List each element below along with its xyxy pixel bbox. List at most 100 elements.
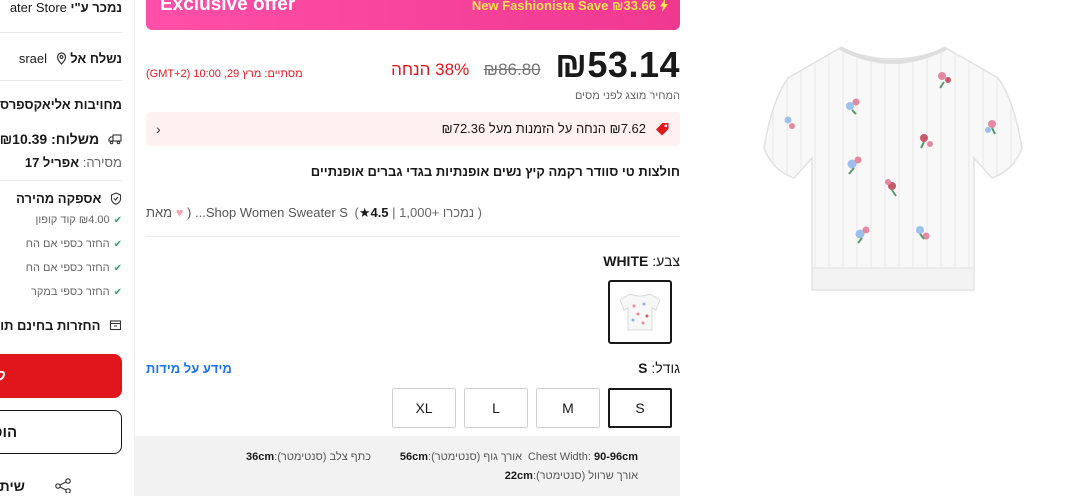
rating-row[interactable]: (★4.5 | 1,000+ נמכרו )	[354, 205, 482, 221]
perk-text: החזר כספי אם הח	[25, 262, 110, 274]
location-pin-icon	[56, 51, 67, 68]
color-row: צבע: WHITE	[603, 253, 680, 269]
shipping-price: ₪10.39	[0, 131, 48, 147]
star-icon: ★	[358, 205, 371, 220]
commitment-heading: מחויבות אליאקספרס	[0, 97, 122, 112]
fast-delivery-label: אספקה מהירה	[16, 191, 102, 206]
seller-label: נמכר ע"י	[70, 0, 122, 15]
perk-item: ✔החזר כספי אם הח	[26, 262, 122, 274]
shipping-row: משלוח: ₪10.39	[0, 131, 122, 148]
shield-icon	[110, 191, 122, 208]
check-icon: ✔	[113, 239, 122, 250]
perk-item: ✔החזר כספי במקר	[31, 286, 122, 298]
shoulder-width: כתף צלב (סנטימטר):36cm	[246, 451, 371, 463]
original-price: ₪86.80	[483, 60, 541, 79]
size-option-l[interactable]: L	[464, 388, 528, 428]
ship-to-label: נשלח אל	[70, 51, 122, 66]
fast-delivery-row[interactable]: אספקה מהירה	[16, 191, 122, 208]
sleeve-value: 22cm	[504, 470, 533, 482]
sold-count: | 1,000+ נמכרו )	[392, 205, 482, 220]
body-length-label: אורך גוף (סנטימטר):	[428, 451, 522, 463]
chevron-left-icon: ‹	[156, 121, 161, 137]
sleeve-label: אורך שרוול (סנטימטר):	[532, 470, 638, 482]
shipping-label: משלוח:	[51, 131, 100, 147]
check-icon: ✔	[113, 287, 122, 298]
shoulder-value: 36cm	[246, 451, 275, 463]
size-row: גודל: S	[638, 360, 680, 376]
seller-name[interactable]: ater Store	[10, 0, 67, 15]
size-option-m[interactable]: M	[536, 388, 600, 428]
return-box-icon	[109, 319, 122, 334]
coupon-bar[interactable]: ₪7.62 הנחה על הזמנות מעל ₪72.36 ‹	[146, 112, 680, 146]
delivery-row: מסירה: אפריל 17	[25, 155, 122, 170]
size-label: גודל:	[651, 360, 680, 376]
free-returns-label: החזרות בחינם תו	[0, 318, 101, 333]
divider	[0, 80, 122, 81]
body-length: אורך גוף (סנטימטר):56cm	[400, 451, 522, 463]
tax-note: המחיר מוצג לפני מסים	[574, 90, 680, 102]
perk-text: החזר כספי במקר	[31, 286, 110, 298]
truck-icon	[108, 132, 122, 148]
store-name[interactable]: Shop Women Sweater S... (	[187, 205, 348, 220]
shoulder-label: כתף צלב (סנטימטר):	[274, 451, 371, 463]
buy-now-label: ק	[0, 367, 6, 384]
size-chart: Chest Width: 90-96cm אורך גוף (סנטימטר):…	[134, 436, 680, 496]
rating-sales: (★4.5 | 1,000+ נמכרו )	[354, 205, 482, 220]
perk-item: ✔החזר כספי אם הח	[26, 238, 122, 250]
free-returns-row[interactable]: החזרות בחינם תו	[0, 318, 122, 334]
divider	[0, 32, 122, 33]
divider	[146, 236, 680, 237]
store-prefix: מאת	[146, 205, 173, 220]
lightning-icon	[660, 0, 668, 17]
divider	[0, 180, 122, 181]
ends-value: מרץ 29, 10:00 (GMT+2)	[146, 68, 262, 80]
coupon-text: ₪7.62 הנחה על הזמנות מעל ₪72.36	[441, 121, 646, 136]
price-row: ₪53.14 ₪86.80 38% הנחה	[391, 44, 680, 86]
sweater-thumbnail	[619, 293, 661, 331]
chest-value: 90-96cm	[593, 451, 638, 463]
share-label: שיתוף	[0, 478, 25, 493]
color-label: צבע:	[652, 253, 680, 269]
product-main-image[interactable]	[752, 40, 1034, 330]
sleeve-length: אורך שרוול (סנטימטר):22cm	[505, 470, 638, 482]
current-price: ₪53.14	[555, 44, 680, 85]
chest-label: Chest Width:	[527, 451, 591, 463]
coupon-tag-icon	[655, 122, 670, 142]
delivery-label: מסירה:	[82, 155, 122, 170]
discount-badge: 38% הנחה	[391, 60, 470, 79]
sweater-image	[763, 46, 1023, 291]
perk-text: החזר כספי אם הח	[25, 238, 110, 250]
ship-to-row[interactable]: נשלח אל srael	[19, 51, 122, 68]
share-icon	[54, 478, 72, 493]
order-sidebar: נמכר ע"י ater Store נשלח אל srael מחויבו…	[0, 0, 122, 493]
size-value: S	[638, 360, 648, 376]
size-option-s[interactable]: S	[608, 388, 672, 428]
column-divider	[134, 0, 135, 493]
delivery-value: אפריל 17	[24, 155, 80, 170]
perk-item: ✔₪4.00 קוד קופון	[36, 214, 122, 226]
chest-width: Chest Width: 90-96cm	[528, 451, 638, 463]
perk-text: ₪4.00 קוד קופון	[35, 214, 110, 226]
check-icon: ✔	[113, 215, 122, 226]
share-button[interactable]: שיתוף	[0, 476, 122, 493]
offer-title: Exclusive offer	[160, 0, 296, 15]
size-option-xl[interactable]: XL	[392, 388, 456, 428]
add-to-cart-button[interactable]: הוס	[0, 410, 122, 454]
store-link[interactable]: Shop Women Sweater S... ( ♥ מאת	[146, 205, 348, 220]
size-info-link[interactable]: מידע על מידות	[146, 361, 232, 376]
offer-ends: מסתיים: מרץ 29, 10:00 (GMT+2)	[146, 68, 303, 80]
seller-row[interactable]: נמכר ע"י ater Store	[10, 0, 122, 15]
ends-label: מסתיים:	[264, 68, 303, 80]
product-info: Exclusive offer New Fashionista Save ₪33…	[134, 0, 680, 496]
product-title: חולצות טי סוודר רקמה קיץ נשים אופנתיות ב…	[310, 164, 680, 179]
add-to-cart-label: הוס	[0, 424, 18, 441]
exclusive-offer-banner[interactable]: Exclusive offer New Fashionista Save ₪33…	[146, 0, 680, 30]
rating-value: 4.5	[370, 205, 389, 220]
ship-to-value: srael	[18, 51, 47, 66]
color-swatch-white[interactable]	[608, 280, 672, 344]
offer-save-text: New Fashionista Save ₪33.66	[471, 0, 656, 13]
buy-now-button[interactable]: ק	[0, 354, 122, 398]
store-heart-icon: ♥	[175, 205, 184, 220]
body-length-value: 56cm	[399, 451, 429, 463]
check-icon: ✔	[113, 263, 122, 274]
